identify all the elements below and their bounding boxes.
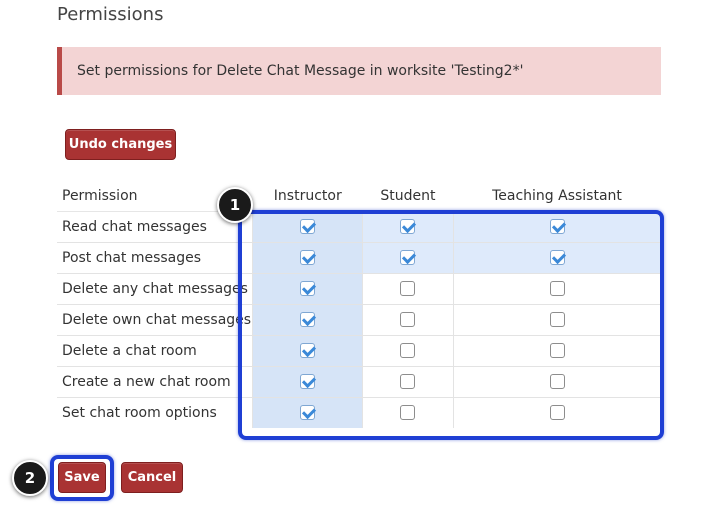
permission-name[interactable]: Create a new chat room xyxy=(57,365,253,397)
callout-highlight-save xyxy=(50,455,114,501)
permission-alert: Set permissions for Delete Chat Message … xyxy=(57,47,661,95)
permission-name[interactable]: Set chat room options xyxy=(57,396,253,428)
header-teaching-assistant[interactable]: Teaching Assistant xyxy=(453,181,661,212)
page-title: Permissions xyxy=(57,4,164,25)
permission-name[interactable]: Post chat messages xyxy=(57,241,253,273)
permission-name[interactable]: Delete own chat messages xyxy=(57,303,253,335)
header-student[interactable]: Student xyxy=(362,181,453,212)
undo-changes-button[interactable]: Undo changes xyxy=(65,129,176,160)
header-instructor[interactable]: Instructor xyxy=(252,181,363,212)
callout-badge-2: 2 xyxy=(12,460,48,496)
permission-name[interactable]: Delete a chat room xyxy=(57,334,253,366)
cancel-button[interactable]: Cancel xyxy=(121,462,183,493)
callout-badge-1: 1 xyxy=(217,187,253,223)
permission-name[interactable]: Delete any chat messages xyxy=(57,272,253,304)
table-header-row: Permission Instructor Student Teaching A… xyxy=(57,181,661,212)
alert-text: Set permissions for Delete Chat Message … xyxy=(77,63,524,79)
callout-highlight-checkboxes xyxy=(238,210,664,440)
